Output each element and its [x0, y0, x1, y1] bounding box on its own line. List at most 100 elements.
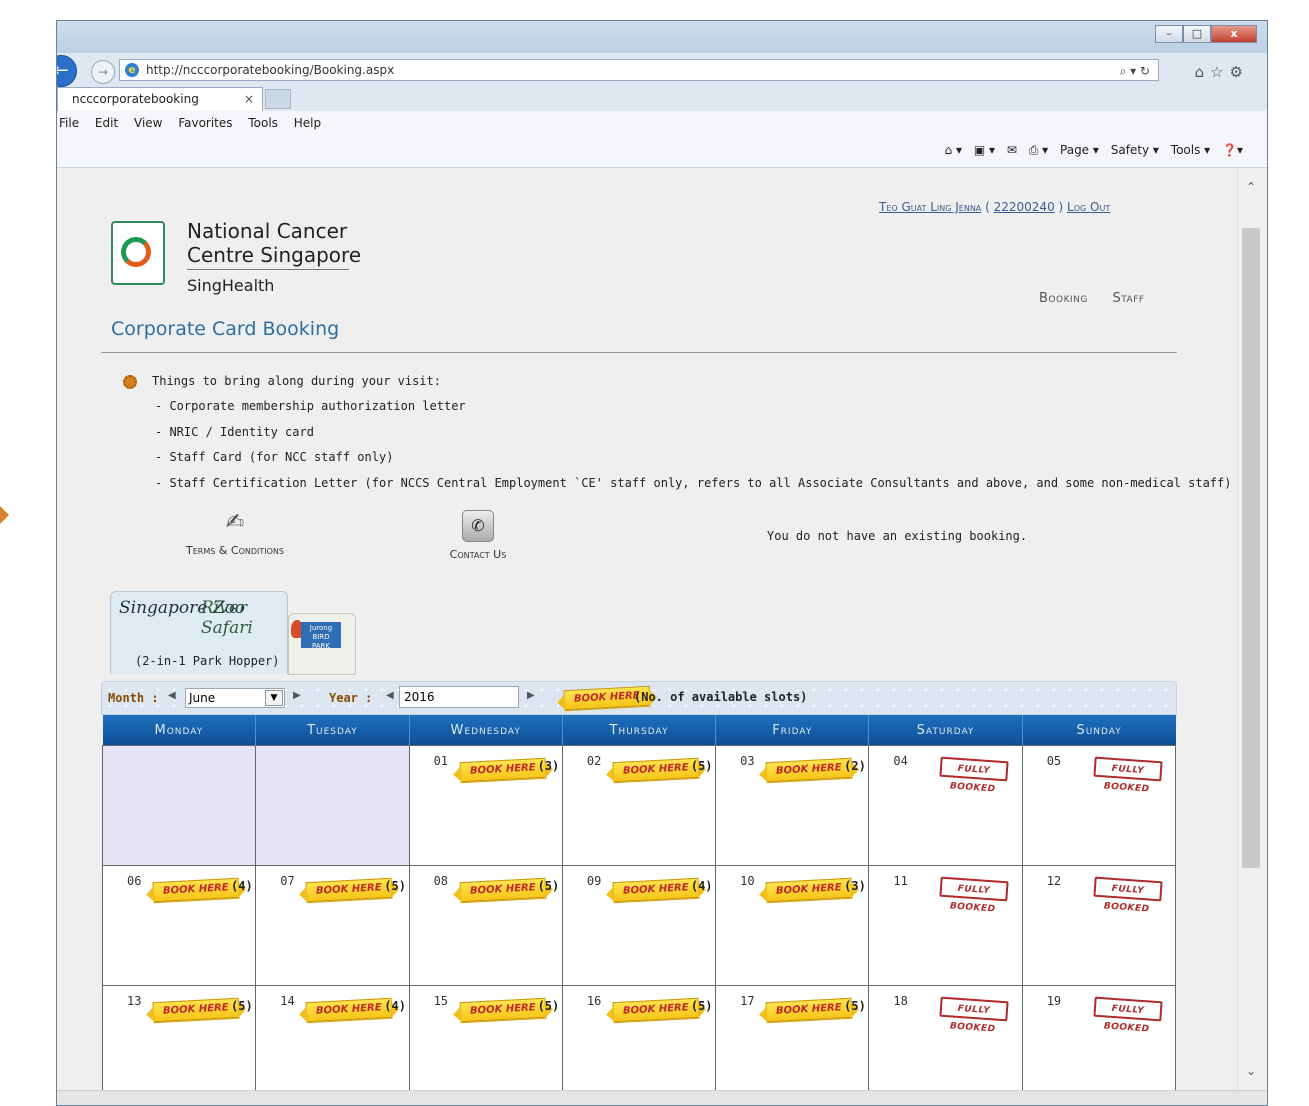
calendar-day-cell[interactable]: 09 BOOK HERE (4): [561, 865, 717, 986]
calendar-day-cell[interactable]: 16 BOOK HERE (5): [561, 985, 717, 1090]
calendar-day-cell[interactable]: 01 BOOK HERE (3): [408, 745, 563, 866]
browser-tab[interactable]: ncccorporatebooking ×: [57, 87, 263, 111]
book-here-button[interactable]: BOOK HERE: [765, 757, 853, 783]
booking-status: You do not have an existing booking.: [767, 529, 1028, 543]
month-select[interactable]: June ▼: [185, 688, 285, 708]
calendar-day-cell[interactable]: 08 BOOK HERE (5): [408, 865, 563, 986]
user-name-link[interactable]: Teo Guat Ling Jenna: [879, 200, 981, 214]
maximize-button[interactable]: □: [1183, 25, 1211, 43]
weekday-header: Monday: [102, 715, 257, 746]
vertical-scrollbar[interactable]: ⌃ ⌄: [1237, 168, 1267, 1090]
tab-row: ncccorporatebooking ×: [57, 87, 1267, 111]
home-favorites-settings-icons[interactable]: ⌂☆⚙: [1195, 63, 1249, 81]
terms-link[interactable]: ✍ Terms & Conditions: [167, 510, 303, 557]
book-here-button[interactable]: BOOK HERE: [612, 877, 699, 903]
calendar-day-cell[interactable]: 13 BOOK HERE (5): [101, 985, 257, 1090]
mail-icon[interactable]: ✉: [1007, 143, 1017, 157]
feeds-icon[interactable]: ▣ ▾: [974, 143, 995, 157]
back-arrow-icon[interactable]: ←: [57, 55, 77, 87]
scroll-thumb[interactable]: [1242, 228, 1260, 868]
available-slots: (4): [231, 879, 253, 893]
calendar-day-cell[interactable]: 14 BOOK HERE (4): [255, 985, 410, 1090]
menu-edit[interactable]: Edit: [89, 111, 124, 135]
next-year-arrow-icon[interactable]: ▶: [527, 690, 535, 701]
book-here-button[interactable]: BOOK HERE: [305, 997, 393, 1023]
calendar-day-cell[interactable]: 17 BOOK HERE (5): [715, 985, 870, 1090]
status-bar: [57, 1090, 1267, 1105]
day-number: 04: [893, 754, 908, 768]
safety-menu[interactable]: Safety ▾: [1111, 143, 1159, 157]
calendar-day-cell[interactable]: 03 BOOK HERE (2): [715, 745, 870, 866]
available-slots: (5): [231, 999, 253, 1013]
decorative-arrow-icon: [0, 506, 9, 524]
nav-staff[interactable]: Staff: [1113, 291, 1145, 306]
calendar-day-cell[interactable]: 06 BOOK HERE (4): [101, 865, 257, 986]
logout-link[interactable]: Log Out: [1067, 200, 1110, 214]
nav-booking[interactable]: Booking: [1039, 291, 1088, 306]
bird-park-logo: Jurong BIRD PARK: [301, 622, 341, 650]
contact-link[interactable]: ✆ Contact Us: [425, 510, 531, 561]
address-bar[interactable]: e http://ncccorporatebooking/Booking.asp…: [119, 59, 1159, 81]
home-icon[interactable]: ⌂ ▾: [945, 143, 962, 157]
url-text[interactable]: http://ncccorporatebooking/Booking.aspx: [146, 63, 394, 77]
calendar-day-cell: 19 FULLY BOOKED: [1021, 985, 1177, 1090]
tools-menu[interactable]: Tools ▾: [1171, 143, 1210, 157]
day-number: 10: [740, 874, 755, 888]
prev-month-arrow-icon[interactable]: ◀: [168, 690, 176, 701]
menu-tools[interactable]: Tools: [242, 111, 284, 135]
book-here-button[interactable]: BOOK HERE: [459, 877, 546, 903]
tab-close-icon[interactable]: ×: [244, 92, 254, 106]
top-nav: Booking Staff: [1039, 291, 1165, 306]
terms-label[interactable]: Terms & Conditions: [167, 544, 303, 557]
prev-year-arrow-icon[interactable]: ◀: [386, 690, 394, 701]
menu-help[interactable]: Help: [288, 111, 327, 135]
available-slots: (2): [844, 759, 866, 773]
scroll-down-icon[interactable]: ⌄: [1246, 1064, 1256, 1078]
available-slots: (5): [537, 999, 560, 1013]
info-list: - Corporate membership authorization let…: [155, 399, 1231, 501]
year-input[interactable]: 2016: [399, 686, 519, 708]
calendar-day-cell[interactable]: 15 BOOK HERE (5): [408, 985, 563, 1090]
close-window-button[interactable]: x: [1211, 25, 1257, 43]
fully-booked-stamp: FULLY BOOKED: [939, 876, 1010, 915]
book-here-button[interactable]: BOOK HERE: [152, 877, 240, 903]
fully-booked-stamp: FULLY BOOKED: [939, 756, 1010, 795]
help-icon[interactable]: ❓▾: [1222, 143, 1243, 157]
tab-bird-park[interactable]: Jurong BIRD PARK: [288, 613, 356, 675]
chevron-down-icon[interactable]: ▼: [265, 690, 283, 706]
pen-signature-icon: ✍: [225, 510, 245, 535]
book-here-button[interactable]: BOOK HERE: [459, 757, 546, 783]
forward-arrow-icon[interactable]: →: [91, 60, 115, 84]
book-here-button[interactable]: BOOK HERE: [459, 997, 546, 1023]
search-refresh-icon[interactable]: ⌕ ▾ ↻: [1120, 64, 1150, 79]
page-viewport: Teo Guat Ling Jenna ( 22200240 ) Log Out…: [57, 168, 1237, 1090]
calendar-body: 01 BOOK HERE (3) 02 BOOK HERE (5) 03 BOOK HERE(…: [101, 745, 1177, 1090]
print-icon[interactable]: ⎙ ▾: [1029, 143, 1048, 158]
book-here-button[interactable]: BOOK HERE: [765, 997, 853, 1023]
book-here-button[interactable]: BOOK HERE: [612, 757, 699, 783]
calendar-day-cell[interactable]: 02 BOOK HERE (5): [561, 745, 717, 866]
new-tab-button[interactable]: [265, 89, 291, 109]
menu-favorites[interactable]: Favorites: [172, 111, 238, 135]
tab-title: ncccorporatebooking: [72, 92, 199, 106]
book-here-button[interactable]: BOOK HERE: [152, 997, 240, 1023]
user-id-link[interactable]: 22200240: [994, 200, 1055, 214]
calendar-day-cell[interactable]: 07 BOOK HERE (5): [255, 865, 410, 986]
scroll-up-icon[interactable]: ⌃: [1246, 180, 1256, 194]
minimize-button[interactable]: –: [1155, 25, 1183, 43]
calendar-day-cell: 18 FULLY BOOKED: [868, 985, 1023, 1090]
menu-view[interactable]: View: [128, 111, 168, 135]
tab-zoo-river-safari[interactable]: Singapore Zoo River Safari (2-in-1 Park …: [110, 591, 288, 674]
book-here-button[interactable]: BOOK HERE: [612, 997, 699, 1023]
day-number: 05: [1046, 754, 1062, 768]
day-number: 13: [127, 994, 142, 1008]
contact-label[interactable]: Contact Us: [425, 548, 531, 561]
calendar-day-cell[interactable]: 10 BOOK HERE (3): [715, 865, 870, 986]
window-controls: – □ x: [1155, 25, 1257, 43]
book-here-button[interactable]: BOOK HERE: [305, 877, 393, 903]
menu-file[interactable]: File: [57, 111, 85, 135]
page-menu[interactable]: Page ▾: [1060, 143, 1099, 157]
book-here-button[interactable]: BOOK HERE: [765, 877, 853, 903]
next-month-arrow-icon[interactable]: ▶: [293, 690, 301, 701]
legend-text: (No. of available slots): [634, 690, 808, 704]
